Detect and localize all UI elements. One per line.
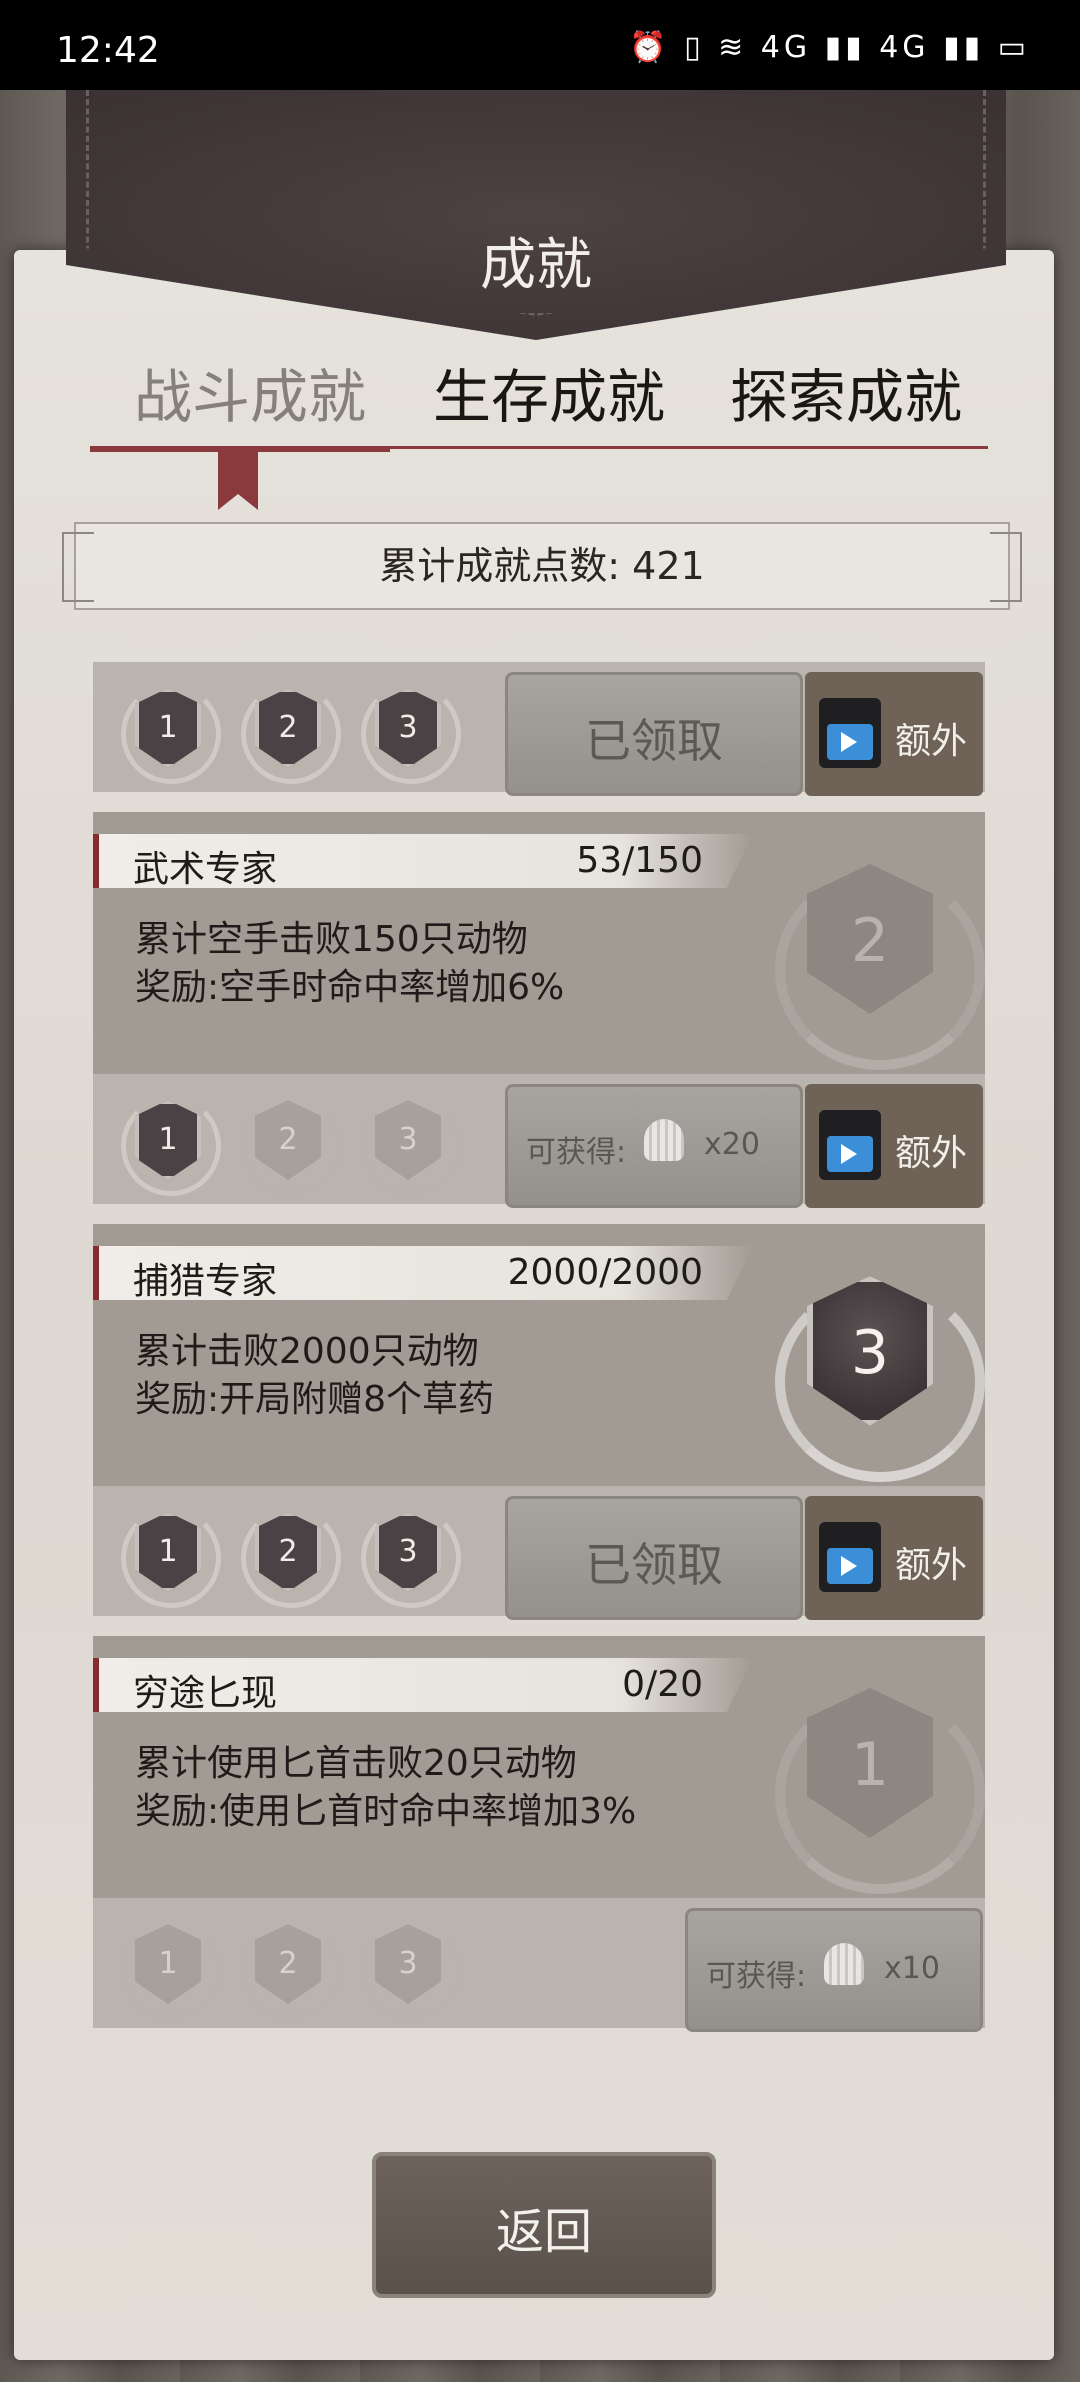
achievement-progress: 53/150: [576, 840, 703, 881]
achievement-description: 累计击败2000只动物 奖励:开局附赠8个草药: [135, 1331, 495, 1420]
achievement-name: 武术专家: [133, 849, 278, 890]
medal-icon: 3: [361, 682, 461, 784]
level-badge-icon: 3: [775, 1262, 985, 1482]
shell-icon: [644, 1119, 684, 1161]
achievement-card: 穷途匕现 0/20 累计使用匕首击败20只动物 奖励:使用匕首时命中率增加3% …: [93, 1636, 985, 2032]
medal-icon: 3: [361, 1506, 461, 1608]
achievement-points: 累计成就点数: 421: [62, 522, 1022, 610]
claimed-button[interactable]: 已领取: [505, 672, 803, 796]
level-badge-icon: 1: [775, 1674, 985, 1894]
achievement-description: 累计空手击败150只动物 奖励:空手时命中率增加6%: [135, 919, 565, 1008]
video-icon: [819, 698, 881, 768]
video-icon: [819, 1110, 881, 1180]
back-button[interactable]: 返回: [372, 2152, 716, 2298]
tab-survival[interactable]: 生存成就: [433, 350, 665, 434]
achievement-card: 捕猎专家 2000/2000 累计击败2000只动物 奖励:开局附赠8个草药 3…: [93, 1224, 985, 1620]
achievement-name: 捕猎专家: [133, 1261, 278, 1302]
medal-icon: 1: [121, 1094, 221, 1196]
extra-video-button[interactable]: 额外: [805, 672, 983, 796]
reward-button[interactable]: 可获得: x10: [685, 1908, 983, 2032]
medal-icon: 3: [361, 1918, 461, 2020]
achievement-progress: 2000/2000: [507, 1252, 703, 1293]
achievement-name: 穷途匕现: [133, 1673, 278, 1714]
achievement-header: 捕猎专家 2000/2000: [93, 1246, 753, 1300]
status-bar: 12:42 ⏰ ▯ ≋ 4G ▮▮ 4G ▮▮ ▭: [0, 0, 1080, 90]
achievement-progress: 0/20: [622, 1664, 703, 1705]
status-time: 12:42: [56, 30, 160, 71]
medal-icon: 3: [361, 1094, 461, 1196]
extra-video-button[interactable]: 额外: [805, 1496, 983, 1620]
medal-icon: 2: [241, 1918, 341, 2020]
achievement-card: 1 2 3 已领取 额外: [93, 662, 985, 796]
medal-icon: 2: [241, 682, 341, 784]
tab-bar: 战斗成就 生存成就 探索成就: [90, 350, 990, 440]
level-badge-icon: 2: [775, 850, 985, 1070]
claimed-button[interactable]: 已领取: [505, 1496, 803, 1620]
medal-icon: 2: [241, 1506, 341, 1608]
medal-icon: 1: [121, 1506, 221, 1608]
medal-icon: 1: [121, 682, 221, 784]
achievement-description: 累计使用匕首击败20只动物 奖励:使用匕首时命中率增加3%: [135, 1743, 637, 1832]
video-icon: [819, 1522, 881, 1592]
tab-explore[interactable]: 探索成就: [730, 350, 962, 434]
achievement-card: 武术专家 53/150 累计空手击败150只动物 奖励:空手时命中率增加6% 2…: [93, 812, 985, 1208]
extra-video-button[interactable]: 额外: [805, 1084, 983, 1208]
reward-button[interactable]: 可获得: x20: [505, 1084, 803, 1208]
status-icons: ⏰ ▯ ≋ 4G ▮▮ 4G ▮▮ ▭: [629, 30, 1030, 65]
achievement-header: 穷途匕现 0/20: [93, 1658, 753, 1712]
achievement-header: 武术专家 53/150: [93, 834, 753, 888]
shell-icon: [824, 1943, 864, 1985]
tab-combat[interactable]: 战斗成就: [134, 350, 366, 434]
medal-icon: 2: [241, 1094, 341, 1196]
achievement-list[interactable]: 1 2 3 已领取 额外 武术专家 53/150 累计空手击败150只动物 奖励…: [93, 662, 985, 2094]
medal-icon: 1: [121, 1918, 221, 2020]
